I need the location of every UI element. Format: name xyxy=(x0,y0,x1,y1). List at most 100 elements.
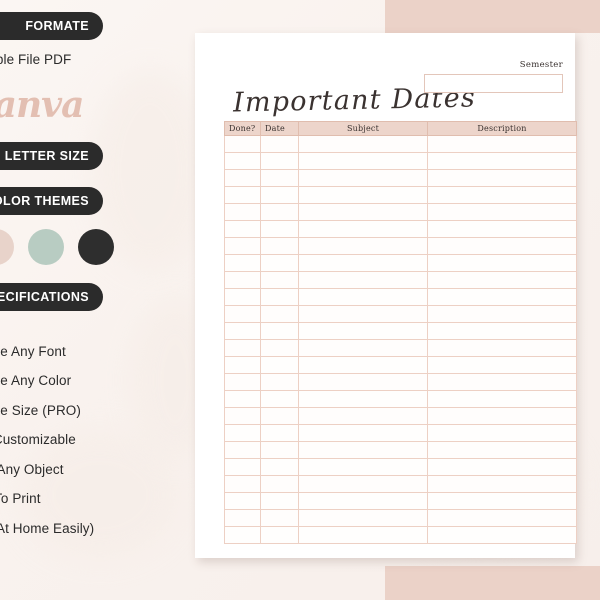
table-cell[interactable] xyxy=(260,135,299,153)
table-cell[interactable] xyxy=(298,373,428,391)
table-cell[interactable] xyxy=(298,169,428,187)
table-cell[interactable] xyxy=(260,254,299,272)
table-cell[interactable] xyxy=(224,390,261,408)
table-cell[interactable] xyxy=(224,441,261,459)
table-cell[interactable] xyxy=(260,475,299,493)
table-cell[interactable] xyxy=(427,373,577,391)
table-cell[interactable] xyxy=(224,220,261,238)
table-cell[interactable] xyxy=(224,373,261,391)
table-row xyxy=(224,135,577,153)
table-cell[interactable] xyxy=(427,220,577,238)
table-cell[interactable] xyxy=(427,288,577,306)
table-cell[interactable] xyxy=(260,220,299,238)
table-cell[interactable] xyxy=(298,526,428,544)
table-cell[interactable] xyxy=(224,407,261,425)
table-cell[interactable] xyxy=(298,407,428,425)
table-cell[interactable] xyxy=(427,407,577,425)
table-cell[interactable] xyxy=(260,169,299,187)
table-cell[interactable] xyxy=(298,322,428,340)
table-cell[interactable] xyxy=(260,390,299,408)
table-cell[interactable] xyxy=(224,458,261,476)
table-cell[interactable] xyxy=(224,424,261,442)
table-cell[interactable] xyxy=(224,509,261,527)
semester-input[interactable] xyxy=(424,74,563,93)
table-cell[interactable] xyxy=(260,492,299,510)
table-cell[interactable] xyxy=(298,237,428,255)
table-cell[interactable] xyxy=(298,288,428,306)
table-cell[interactable] xyxy=(224,152,261,170)
table-cell[interactable] xyxy=(298,220,428,238)
table-cell[interactable] xyxy=(427,509,577,527)
table-cell[interactable] xyxy=(427,441,577,459)
table-cell[interactable] xyxy=(298,441,428,459)
table-cell[interactable] xyxy=(224,288,261,306)
table-cell[interactable] xyxy=(224,339,261,357)
table-cell[interactable] xyxy=(260,356,299,374)
table-cell[interactable] xyxy=(260,203,299,221)
table-cell[interactable] xyxy=(427,169,577,187)
table-cell[interactable] xyxy=(427,492,577,510)
table-cell[interactable] xyxy=(260,441,299,459)
table-cell[interactable] xyxy=(224,254,261,272)
table-cell[interactable] xyxy=(260,407,299,425)
table-cell[interactable] xyxy=(260,237,299,255)
table-cell[interactable] xyxy=(224,186,261,204)
table-cell[interactable] xyxy=(260,458,299,476)
table-cell[interactable] xyxy=(427,152,577,170)
table-cell[interactable] xyxy=(427,390,577,408)
table-cell[interactable] xyxy=(260,424,299,442)
table-cell[interactable] xyxy=(224,305,261,323)
table-cell[interactable] xyxy=(298,152,428,170)
table-cell[interactable] xyxy=(298,203,428,221)
table-cell[interactable] xyxy=(260,339,299,357)
table-cell[interactable] xyxy=(298,356,428,374)
table-cell[interactable] xyxy=(224,169,261,187)
table-cell[interactable] xyxy=(427,475,577,493)
table-cell[interactable] xyxy=(298,509,428,527)
table-cell[interactable] xyxy=(298,186,428,204)
table-cell[interactable] xyxy=(427,305,577,323)
table-cell[interactable] xyxy=(224,475,261,493)
table-cell[interactable] xyxy=(298,305,428,323)
table-row xyxy=(224,475,577,493)
table-cell[interactable] xyxy=(260,509,299,527)
table-cell[interactable] xyxy=(427,186,577,204)
table-cell[interactable] xyxy=(427,203,577,221)
table-cell[interactable] xyxy=(224,526,261,544)
table-cell[interactable] xyxy=(427,237,577,255)
table-cell[interactable] xyxy=(298,458,428,476)
table-cell[interactable] xyxy=(224,237,261,255)
table-cell[interactable] xyxy=(298,254,428,272)
table-cell[interactable] xyxy=(298,475,428,493)
table-cell[interactable] xyxy=(427,135,577,153)
table-cell[interactable] xyxy=(260,271,299,289)
table-cell[interactable] xyxy=(298,135,428,153)
table-cell[interactable] xyxy=(427,254,577,272)
table-cell[interactable] xyxy=(298,492,428,510)
table-cell[interactable] xyxy=(427,526,577,544)
table-cell[interactable] xyxy=(298,339,428,357)
table-cell[interactable] xyxy=(427,424,577,442)
table-cell[interactable] xyxy=(224,322,261,340)
table-cell[interactable] xyxy=(224,356,261,374)
table-cell[interactable] xyxy=(260,526,299,544)
table-cell[interactable] xyxy=(298,424,428,442)
table-cell[interactable] xyxy=(427,339,577,357)
table-cell[interactable] xyxy=(260,322,299,340)
table-cell[interactable] xyxy=(427,271,577,289)
table-cell[interactable] xyxy=(224,271,261,289)
table-cell[interactable] xyxy=(224,135,261,153)
table-cell[interactable] xyxy=(224,492,261,510)
table-cell[interactable] xyxy=(427,322,577,340)
table-cell[interactable] xyxy=(224,203,261,221)
table-cell[interactable] xyxy=(298,390,428,408)
table-cell[interactable] xyxy=(427,356,577,374)
table-cell[interactable] xyxy=(260,152,299,170)
table-cell[interactable] xyxy=(260,186,299,204)
table-cell[interactable] xyxy=(298,271,428,289)
color-swatch-charcoal xyxy=(78,229,114,265)
table-cell[interactable] xyxy=(260,288,299,306)
table-cell[interactable] xyxy=(427,458,577,476)
table-cell[interactable] xyxy=(260,373,299,391)
table-cell[interactable] xyxy=(260,305,299,323)
